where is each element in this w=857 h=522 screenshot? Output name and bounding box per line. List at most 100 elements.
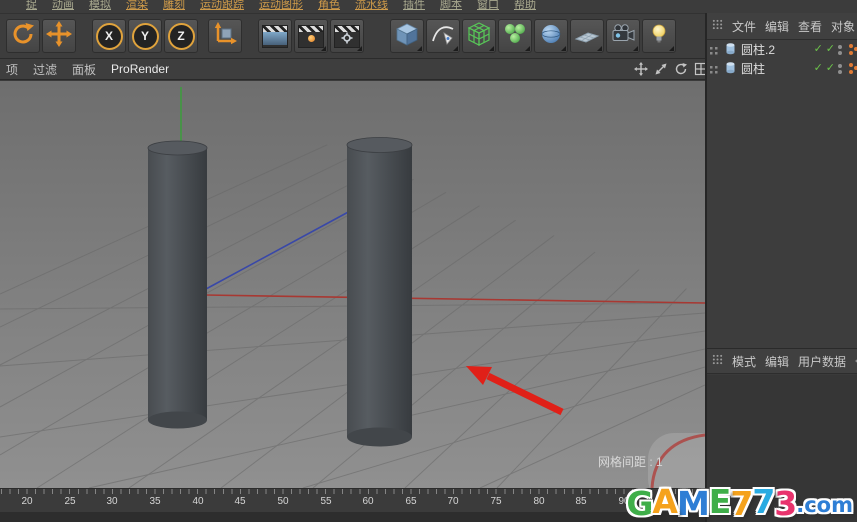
viewport-menu-prorender[interactable]: ProRender [111,62,169,76]
om-menu-file[interactable]: 文件 [732,18,756,35]
ruler-label: 65 [405,496,417,507]
ruler-label: 35 [149,496,161,507]
menubar-item-sculpt[interactable]: 雕刻 [163,0,185,13]
camera-icon [609,21,637,52]
am-menu-mode[interactable]: 模式 [732,353,756,370]
watermark-letter: 7 [730,484,753,522]
om-menu-object[interactable]: 对象 [831,18,855,35]
viewport-nav-controls [633,61,709,77]
menubar-item-script[interactable]: 脚本 [440,0,462,13]
watermark-letter: 7 [752,482,775,521]
menubar-item-mograph[interactable]: 运动图形 [259,0,303,13]
subdivision-cube-icon [466,21,492,52]
ruler-label: 75 [490,496,502,507]
menubar-item-render[interactable]: 渲染 [126,0,148,13]
lock-z-button[interactable]: Z [164,19,198,53]
move-tool-button[interactable] [42,19,76,53]
rotate-icon [10,21,36,52]
pen-icon [430,21,456,52]
cylinder-object-icon [724,42,737,58]
floor-plane-button[interactable] [570,19,604,53]
tree-handle-icon[interactable] [710,45,718,59]
om-menu-edit[interactable]: 编辑 [765,18,789,35]
watermark-letter: G [626,484,653,522]
game773-watermark: G A M E 7 7 3 .com [626,482,853,522]
menubar-item-help[interactable]: 帮助 [514,0,536,13]
pan-icon[interactable] [633,61,649,77]
ruler-label: 85 [575,496,587,507]
ruler-label: 25 [64,496,76,507]
render-settings-button[interactable] [330,19,364,53]
menubar-item-window[interactable]: 窗口 [477,0,499,13]
enable-check-icon[interactable]: ✓ [814,44,823,55]
viewport-3d[interactable]: 网格间距 : 1 [0,81,705,488]
viewport-menu-options[interactable]: 项 [6,61,18,78]
ruler-label: 70 [447,496,459,507]
render-view-button[interactable] [258,19,292,53]
pen-spline-button[interactable] [426,19,460,53]
grip-dots-icon[interactable] [712,19,723,33]
menubar: 捉 动画 模拟 渲染 雕刻 运动跟踪 运动图形 角色 流水线 插件 脚本 窗口 … [0,0,857,14]
cylinder-left[interactable] [147,140,208,429]
floor-plane-icon [574,21,600,52]
deformer-button[interactable] [534,19,568,53]
subdivision-surface-button[interactable] [462,19,496,53]
menubar-item-simulate[interactable]: 模拟 [89,0,111,13]
menubar-item-0[interactable]: 捉 [26,0,37,13]
lock-x-icon: X [95,22,123,50]
ruler-label: 80 [533,496,545,507]
cloner-button[interactable] [498,19,532,53]
rotate-view-icon[interactable] [673,61,689,77]
object-row-cylinder2[interactable]: 圆柱.2 ✓ ✓ [707,40,857,59]
coordinate-system-button[interactable] [208,19,242,53]
menubar-item-animate[interactable]: 动画 [52,0,74,13]
layer-dots-icon[interactable] [849,63,853,67]
lock-y-icon: Y [131,22,159,50]
attribute-manager-header: 模式 编辑 用户数据 [707,348,857,374]
render-settings-icon [334,24,360,48]
visibility-dots-icon[interactable] [838,44,842,55]
ruler-label: 40 [192,496,204,507]
object-row-cylinder[interactable]: 圆柱 ✓ ✓ [707,59,857,78]
grip-dots-icon[interactable] [712,354,723,368]
render-view-icon [262,24,288,48]
menubar-item-character[interactable]: 角色 [318,0,340,13]
dolly-icon[interactable] [653,61,669,77]
phong-check-icon[interactable]: ✓ [826,63,835,74]
cylinder-right[interactable] [346,137,413,447]
object-name[interactable]: 圆柱.2 [741,41,775,58]
lock-x-button[interactable]: X [92,19,126,53]
viewport-menu-filter[interactable]: 过滤 [33,61,57,78]
lock-y-button[interactable]: Y [128,19,162,53]
camera-button[interactable] [606,19,640,53]
ruler-label: 45 [234,496,246,507]
phong-check-icon[interactable]: ✓ [826,44,835,55]
visibility-dots-icon[interactable] [838,63,842,74]
am-menu-userdata[interactable]: 用户数据 [798,353,846,370]
menubar-item-plugins[interactable]: 插件 [403,0,425,13]
ruler-label: 50 [277,496,289,507]
watermark-letter: A [652,482,678,521]
menubar-item-motion-tracker[interactable]: 运动跟踪 [200,0,244,13]
viewport-menu-panel[interactable]: 面板 [72,61,96,78]
watermark-letter: 3 [774,484,797,522]
layer-dots-icon[interactable] [849,44,853,48]
cinema4d-window: 捉 动画 模拟 渲染 雕刻 运动跟踪 运动图形 角色 流水线 插件 脚本 窗口 … [0,0,857,522]
ruler-label: 55 [320,496,332,507]
render-picture-viewer-button[interactable] [294,19,328,53]
timeline-ruler[interactable]: 20 25 30 35 40 45 50 55 60 65 70 75 80 8… [0,488,705,513]
object-name[interactable]: 圆柱 [741,60,765,77]
cube-primitive-button[interactable] [390,19,424,53]
om-menu-view[interactable]: 查看 [798,18,822,35]
am-menu-edit[interactable]: 编辑 [765,353,789,370]
rotate-tool-button[interactable] [6,19,40,53]
watermark-letter: M [676,484,710,522]
object-manager-header: 文件 编辑 查看 对象 [707,13,857,40]
ruler-label: 60 [362,496,374,507]
bottom-strip [0,512,705,522]
menubar-item-pipeline[interactable]: 流水线 [355,0,388,13]
enable-check-icon[interactable]: ✓ [814,63,823,74]
light-button[interactable] [642,19,676,53]
tree-handle-icon[interactable] [710,64,718,78]
light-bulb-icon [646,21,672,52]
